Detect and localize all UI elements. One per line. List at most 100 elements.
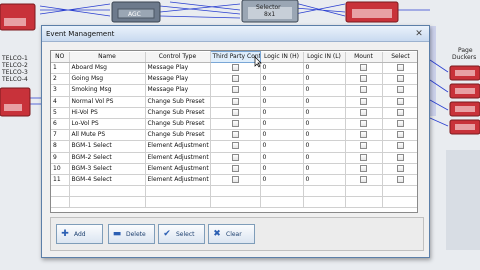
select-checkbox[interactable] — [397, 175, 404, 183]
table-row[interactable]: 11 BGM-4 Select Element Adjustment 0 0 — [51, 174, 417, 187]
col-header-third-party[interactable]: Third Party Contr — [209, 51, 261, 63]
select-checkbox[interactable] — [397, 86, 404, 94]
row-logic-l[interactable]: 0 — [303, 118, 346, 131]
select-checkbox[interactable] — [397, 164, 404, 172]
third-party-checkbox[interactable] — [231, 86, 239, 94]
select-checkbox[interactable] — [397, 97, 404, 105]
row-control-type[interactable]: Message Play — [145, 73, 211, 86]
select-checkbox[interactable] — [397, 153, 404, 161]
row-logic-h[interactable]: 0 — [260, 163, 304, 175]
col-header-mount[interactable]: Mount — [345, 51, 383, 63]
row-logic-h[interactable]: 0 — [260, 62, 304, 75]
third-party-checkbox[interactable] — [231, 120, 239, 128]
delete-button[interactable]: ▬ Delete — [108, 224, 155, 244]
mount-checkbox[interactable] — [360, 120, 367, 128]
table-row[interactable]: 2 Going Msg Message Play 0 0 — [51, 73, 417, 86]
row-logic-h[interactable]: 0 — [260, 107, 304, 119]
row-logic-h[interactable]: 0 — [260, 118, 304, 131]
row-logic-l[interactable]: 0 — [303, 107, 346, 119]
row-logic-l[interactable]: 0 — [303, 129, 346, 142]
row-name[interactable]: BGM-4 Select — [69, 174, 146, 187]
row-logic-l[interactable]: 0 — [303, 62, 346, 75]
row-logic-h[interactable]: 0 — [260, 174, 304, 187]
row-logic-l[interactable]: 0 — [303, 96, 346, 108]
row-logic-l[interactable]: 0 — [303, 152, 346, 164]
table-row[interactable]: 8 BGM-1 Select Element Adjustment 0 0 — [51, 140, 417, 153]
add-button[interactable]: ✚ Add — [56, 224, 103, 244]
table-row[interactable]: 9 BGM-2 Select Element Adjustment 0 0 — [51, 152, 417, 164]
row-name[interactable]: All Mute PS — [69, 129, 146, 142]
row-name[interactable]: Aboard Msg — [69, 62, 146, 75]
third-party-checkbox[interactable] — [231, 153, 239, 161]
row-control-type[interactable]: Change Sub Preset — [145, 107, 211, 119]
table-row[interactable]: 6 Lo-Vol PS Change Sub Preset 0 0 — [51, 118, 417, 131]
close-icon[interactable]: ✕ — [412, 28, 426, 40]
row-name[interactable]: Smoking Msg — [69, 84, 146, 97]
row-logic-h[interactable]: 0 — [260, 152, 304, 164]
row-name[interactable]: Hi-Vol PS — [69, 107, 146, 119]
third-party-checkbox[interactable] — [231, 175, 239, 183]
mount-checkbox[interactable] — [360, 175, 367, 183]
col-header-control-type[interactable]: Control Type — [145, 51, 211, 63]
third-party-checkbox[interactable] — [231, 75, 239, 83]
row-name[interactable]: Normal Vol PS — [69, 96, 146, 108]
table-row[interactable]: 7 All Mute PS Change Sub Preset 0 0 — [51, 129, 417, 142]
mount-checkbox[interactable] — [360, 64, 367, 72]
select-checkbox[interactable] — [397, 142, 404, 150]
third-party-checkbox[interactable] — [231, 142, 239, 150]
mount-checkbox[interactable] — [360, 164, 367, 172]
row-logic-l[interactable]: 0 — [303, 84, 346, 97]
select-checkbox[interactable] — [397, 108, 404, 116]
clear-button[interactable]: ✖ Clear — [208, 224, 255, 244]
mount-checkbox[interactable] — [360, 142, 367, 150]
col-header-logic-in-h[interactable]: Logic IN (H) — [260, 51, 304, 63]
row-control-type[interactable]: Change Sub Preset — [145, 129, 211, 142]
row-control-type[interactable]: Change Sub Preset — [145, 118, 211, 131]
mount-checkbox[interactable] — [360, 131, 367, 139]
mount-checkbox[interactable] — [360, 153, 367, 161]
row-control-type[interactable]: Element Adjustment — [145, 163, 211, 175]
row-logic-h[interactable]: 0 — [260, 84, 304, 97]
row-name[interactable]: BGM-3 Select — [69, 163, 146, 175]
row-logic-l[interactable]: 0 — [303, 163, 346, 175]
row-control-type[interactable]: Element Adjustment — [145, 174, 211, 187]
row-control-type[interactable]: Message Play — [145, 84, 211, 97]
row-control-type[interactable]: Message Play — [145, 62, 211, 75]
mount-checkbox[interactable] — [360, 75, 367, 83]
select-checkbox[interactable] — [397, 131, 404, 139]
select-button[interactable]: ✔ Select — [158, 224, 205, 244]
row-logic-h[interactable]: 0 — [260, 73, 304, 86]
select-checkbox[interactable] — [397, 120, 404, 128]
select-checkbox[interactable] — [397, 75, 404, 83]
third-party-checkbox[interactable] — [231, 164, 239, 172]
row-name[interactable]: Going Msg — [69, 73, 146, 86]
third-party-checkbox[interactable] — [231, 131, 239, 139]
row-control-type[interactable]: Element Adjustment — [145, 140, 211, 153]
mount-checkbox[interactable] — [360, 97, 367, 105]
row-name[interactable]: BGM-2 Select — [69, 152, 146, 164]
third-party-checkbox[interactable] — [231, 97, 239, 105]
table-row[interactable]: 4 Normal Vol PS Change Sub Preset 0 0 — [51, 96, 417, 108]
table-row[interactable]: 1 Aboard Msg Message Play 0 0 — [51, 62, 417, 75]
row-logic-h[interactable]: 0 — [260, 140, 304, 153]
dialog-titlebar[interactable]: Event Management ✕ — [42, 26, 429, 42]
row-logic-h[interactable]: 0 — [260, 129, 304, 142]
table-row[interactable]: 10 BGM-3 Select Element Adjustment 0 0 — [51, 163, 417, 175]
table-row[interactable]: 5 Hi-Vol PS Change Sub Preset 0 0 — [51, 107, 417, 119]
row-logic-l[interactable]: 0 — [303, 73, 346, 86]
row-control-type[interactable]: Element Adjustment — [145, 152, 211, 164]
table-row[interactable]: 3 Smoking Msg Message Play 0 0 — [51, 84, 417, 97]
select-checkbox[interactable] — [397, 64, 404, 72]
row-name[interactable]: Lo-Vol PS — [69, 118, 146, 131]
col-header-name[interactable]: Name — [69, 51, 146, 63]
row-name[interactable]: BGM-1 Select — [69, 140, 146, 153]
mount-checkbox[interactable] — [360, 86, 367, 94]
row-logic-l[interactable]: 0 — [303, 174, 346, 187]
col-header-select[interactable]: Select — [382, 51, 417, 63]
col-header-logic-in-l[interactable]: Logic IN (L) — [303, 51, 346, 63]
row-logic-l[interactable]: 0 — [303, 140, 346, 153]
mount-checkbox[interactable] — [360, 108, 367, 116]
third-party-checkbox[interactable] — [231, 64, 239, 72]
row-control-type[interactable]: Change Sub Preset — [145, 96, 211, 108]
col-header-no[interactable]: NO — [51, 51, 70, 63]
